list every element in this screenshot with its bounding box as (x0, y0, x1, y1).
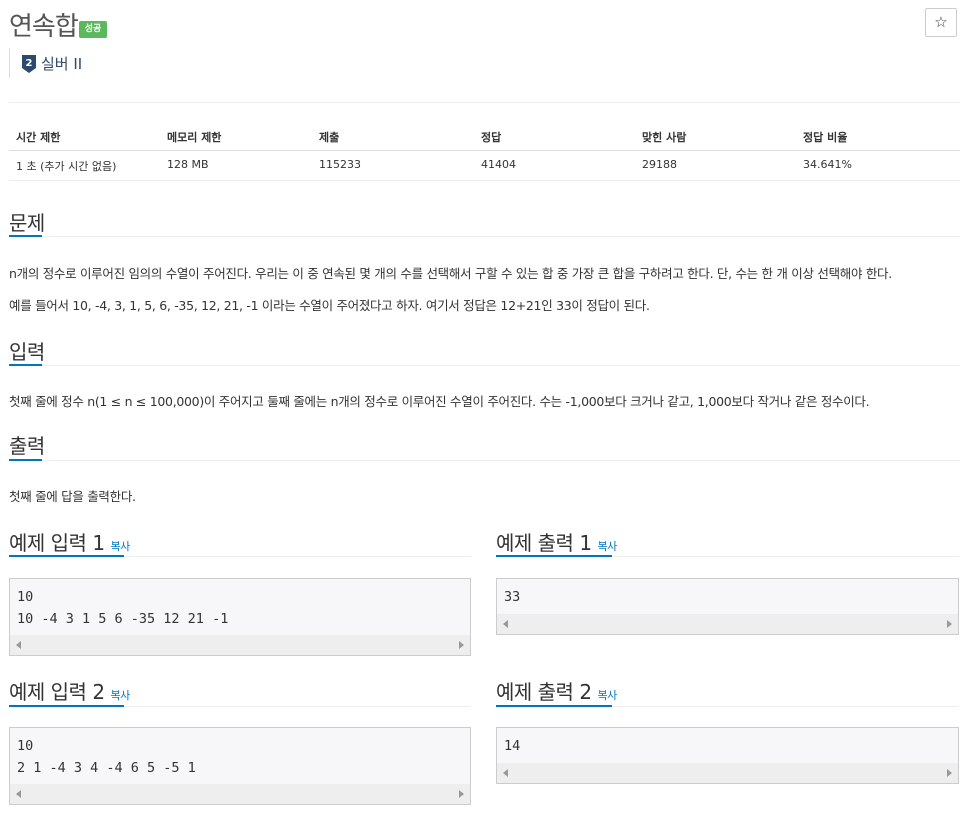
stat-value-submissions[interactable]: 115233 (319, 158, 361, 171)
silver-tier-icon: 2 (22, 55, 36, 73)
sample-output-1-box[interactable]: 33 (496, 578, 959, 635)
scroll-right-arrow-icon[interactable] (459, 790, 464, 798)
star-icon: ☆ (934, 13, 948, 31)
horizontal-scrollbar[interactable] (10, 784, 470, 804)
copy-sample-input-2-button[interactable]: 복사 (111, 689, 131, 702)
stat-header-memory: 메모리 제한 (167, 131, 222, 144)
divider (9, 102, 960, 103)
sample-output-2-heading: 예제 출력 2 복사 (496, 676, 617, 705)
sample-input-2-title: 예제 입력 2 (9, 680, 105, 704)
stat-header-solvers: 맞힌 사람 (642, 131, 687, 144)
heading-underline (496, 705, 612, 707)
sample-output-2-line-1: 14 (504, 738, 521, 754)
copy-sample-output-2-button[interactable]: 복사 (598, 689, 618, 702)
table-bottom-divider (9, 180, 960, 181)
heading-underline (496, 555, 612, 557)
section-divider (9, 460, 960, 461)
table-header-divider (9, 150, 960, 151)
stat-value-ratio: 34.641% (803, 158, 852, 171)
sample-input-1-box[interactable]: 10 10 -4 3 1 5 6 -35 12 21 -1 (9, 578, 471, 656)
tier-box (9, 48, 10, 78)
heading-underline (9, 555, 124, 557)
horizontal-scrollbar[interactable] (497, 614, 958, 634)
stat-value-time: 1 초 (추가 시간 없음) (16, 160, 117, 173)
sample-input-2-line-2: 2 1 -4 3 4 -4 6 5 -5 1 (17, 760, 196, 776)
scroll-left-arrow-icon[interactable] (16, 641, 21, 649)
horizontal-scrollbar[interactable] (10, 635, 470, 655)
star-button[interactable]: ☆ (925, 8, 957, 37)
scroll-right-arrow-icon[interactable] (947, 620, 952, 628)
section-divider (9, 365, 960, 366)
sample-input-1-heading: 예제 입력 1 복사 (9, 527, 130, 556)
stat-header-ratio: 정답 비율 (803, 131, 848, 144)
sample-input-1-line-1: 10 (17, 589, 34, 605)
scroll-left-arrow-icon[interactable] (503, 769, 508, 777)
page-title: 연속합 (9, 12, 79, 42)
sample-input-2-heading: 예제 입력 2 복사 (9, 676, 130, 705)
heading-underline (9, 364, 42, 366)
scroll-right-arrow-icon[interactable] (459, 641, 464, 649)
scroll-right-arrow-icon[interactable] (947, 769, 952, 777)
input-heading: 입력 (9, 340, 45, 364)
stat-header-time: 시간 제한 (16, 131, 61, 144)
stat-value-accepted[interactable]: 41404 (481, 158, 516, 171)
heading-underline (9, 459, 42, 461)
copy-sample-output-1-button[interactable]: 복사 (598, 540, 618, 553)
sample-input-1-line-2: 10 -4 3 1 5 6 -35 12 21 -1 (17, 611, 229, 627)
sample-input-1-title: 예제 입력 1 (9, 531, 105, 555)
input-paragraph: 첫째 줄에 정수 n(1 ≤ n ≤ 100,000)이 주어지고 둘째 줄에는… (9, 394, 870, 409)
tier-number: 2 (26, 58, 33, 69)
output-heading: 출력 (9, 434, 45, 458)
sample-output-1-line-1: 33 (504, 589, 521, 605)
scroll-left-arrow-icon[interactable] (503, 620, 508, 628)
tier-label[interactable]: 실버 II (41, 53, 82, 74)
stat-value-solvers[interactable]: 29188 (642, 158, 677, 171)
output-paragraph: 첫째 줄에 답을 출력한다. (9, 489, 136, 504)
stat-value-memory: 128 MB (167, 158, 209, 171)
horizontal-scrollbar[interactable] (497, 763, 958, 783)
stat-header-submissions: 제출 (319, 131, 340, 144)
sample-output-1-heading: 예제 출력 1 복사 (496, 527, 617, 556)
sample-input-2-box[interactable]: 10 2 1 -4 3 4 -4 6 5 -5 1 (9, 727, 471, 805)
scroll-left-arrow-icon[interactable] (16, 790, 21, 798)
sample-output-2-box[interactable]: 14 (496, 727, 959, 784)
status-badge: 성공 (79, 21, 107, 38)
section-divider (9, 236, 960, 237)
heading-underline (9, 235, 42, 237)
copy-sample-input-1-button[interactable]: 복사 (111, 540, 131, 553)
problem-heading: 문제 (9, 211, 45, 235)
problem-paragraph-1: n개의 정수로 이루어진 임의의 수열이 주어진다. 우리는 이 중 연속된 몇… (9, 266, 892, 281)
sample-input-2-line-1: 10 (17, 738, 34, 754)
problem-paragraph-2: 예를 들어서 10, -4, 3, 1, 5, 6, -35, 12, 21, … (9, 298, 650, 313)
sample-output-1-title: 예제 출력 1 (496, 531, 592, 555)
sample-output-2-title: 예제 출력 2 (496, 680, 592, 704)
heading-underline (9, 705, 124, 707)
stat-header-accepted: 정답 (481, 131, 502, 144)
